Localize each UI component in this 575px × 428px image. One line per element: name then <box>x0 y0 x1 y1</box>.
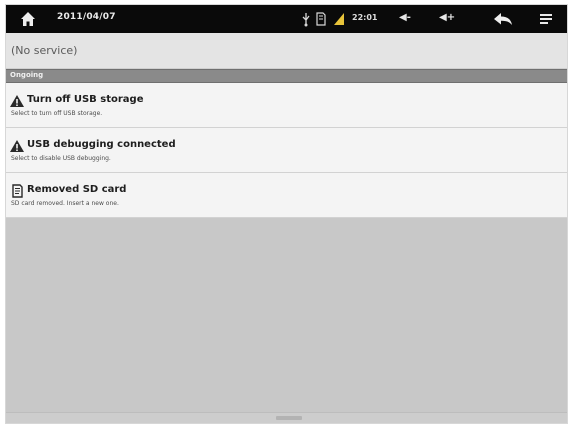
usb-icon <box>302 13 310 27</box>
volume-up-button[interactable]: ◀+ <box>439 12 455 28</box>
operator-row: (No service) <box>6 33 567 69</box>
panel-drag-handle[interactable] <box>6 412 567 423</box>
notification-usb-debugging[interactable]: USB debugging connected Select to disabl… <box>6 128 567 173</box>
signal-icon <box>334 13 344 25</box>
status-time: 22:01 <box>352 13 378 22</box>
notification-title: USB debugging connected <box>27 139 176 150</box>
notification-subtitle: SD card removed. Insert a new one. <box>11 200 119 207</box>
notification-title: Removed SD card <box>27 184 127 195</box>
notification-removed-sd-card[interactable]: Removed SD card SD card removed. Insert … <box>6 173 567 218</box>
section-header: Ongoing <box>6 69 567 83</box>
home-icon[interactable] <box>20 11 36 27</box>
warning-icon <box>10 95 24 107</box>
notification-title: Turn off USB storage <box>27 94 144 105</box>
notification-list: Turn off USB storage Select to turn off … <box>6 83 567 218</box>
warning-icon <box>10 140 24 152</box>
section-header-label: Ongoing <box>10 71 44 79</box>
sd-card-icon <box>12 184 23 198</box>
status-bar: 2011/04/07 22:01 ◀- ◀+ <box>6 5 567 33</box>
grip-icon <box>276 416 302 420</box>
back-icon[interactable] <box>491 11 515 27</box>
notification-usb-storage[interactable]: Turn off USB storage Select to turn off … <box>6 83 567 128</box>
volume-down-button[interactable]: ◀- <box>399 12 411 28</box>
notification-subtitle: Select to turn off USB storage. <box>11 110 103 117</box>
sd-card-icon <box>316 12 326 26</box>
operator-text: (No service) <box>11 44 78 57</box>
menu-icon[interactable] <box>538 11 554 27</box>
notification-subtitle: Select to disable USB debugging. <box>11 155 111 162</box>
notification-panel: 2011/04/07 22:01 ◀- ◀+ (No service) Ongo… <box>5 4 568 424</box>
status-date: 2011/04/07 <box>57 12 116 22</box>
